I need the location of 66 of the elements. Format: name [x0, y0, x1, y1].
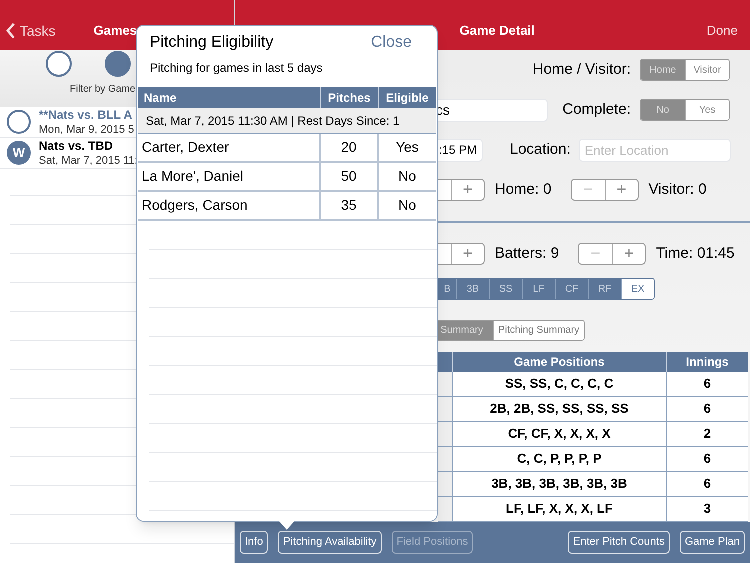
table-cell: 2B, 2B, SS, SS, SS, SS	[453, 397, 667, 421]
table-cell: Rodgers, Carson	[138, 192, 321, 219]
popover-title: Pitching Eligibility	[150, 33, 274, 53]
table-cell: LF, LF, X, X, X, LF	[453, 497, 667, 521]
back-chevron-icon	[6, 23, 16, 39]
table-cell: Carter, Dexter	[138, 134, 321, 161]
filter-toggle[interactable]	[105, 51, 131, 77]
back-button[interactable]: Tasks	[6, 20, 56, 42]
table-cell-text: No	[398, 196, 418, 215]
position-option[interactable]: EX	[621, 279, 654, 299]
field-label: Location:	[510, 140, 571, 160]
game-date: Mon, Mar 9, 2015 5	[39, 123, 134, 137]
toolbar-button[interactable]: Game Plan	[680, 531, 745, 554]
segment-option[interactable]: Visitor	[685, 60, 729, 80]
table-cell-text: 6	[702, 400, 712, 418]
table-cell: 35	[321, 192, 379, 219]
game-title: **Nats vs. BLL A	[39, 107, 134, 123]
table-cell: CF, CF, X, X, X, X	[453, 422, 667, 446]
count-label: Batters: 9	[495, 244, 560, 264]
position-option[interactable]: SS	[489, 279, 522, 299]
segment-option[interactable]: Yes	[685, 100, 729, 120]
position-option[interactable]: CF	[555, 279, 588, 299]
table-cell-text: 6	[702, 450, 712, 468]
popover-subtitle: Pitching for games in last 5 days	[150, 60, 323, 77]
toolbar-button[interactable]: Pitching Availability	[278, 531, 382, 554]
section-header: Sat, Mar 7, 2015 11:30 AM | Rest Days Since: 1	[138, 108, 436, 134]
segment-option[interactable]: Home	[641, 60, 685, 80]
table-cell-text: 6	[702, 475, 712, 494]
toolbar-button[interactable]: Enter Pitch Counts	[568, 531, 670, 554]
game-title: Nats vs. TBD	[39, 138, 114, 154]
count-label: Home: 0	[495, 180, 552, 200]
count-label: Visitor: 0	[648, 180, 707, 200]
result-badge: W	[7, 141, 31, 165]
field-label: Complete:	[562, 100, 631, 120]
close-button[interactable]: Close	[371, 31, 412, 55]
toolbar-button[interactable]: Info	[240, 531, 268, 554]
table-cell: C, C, P, P, P, P	[453, 447, 667, 471]
position-option[interactable]: 3B	[456, 279, 489, 299]
position-option[interactable]: LF	[522, 279, 555, 299]
nav-title: Game Detail	[460, 22, 535, 40]
table-cell-text: 2	[702, 425, 712, 444]
table-cell: 50	[321, 163, 379, 190]
nav-title: Games	[94, 22, 138, 40]
field-label: Home / Visitor:	[532, 60, 631, 80]
summary-tab[interactable]: Pitching Summary	[493, 320, 584, 340]
column-header: Innings	[685, 354, 730, 371]
table-cell-text: No	[398, 167, 418, 186]
table-cell: La More', Daniel	[138, 163, 321, 190]
table-cell: 3B, 3B, 3B, 3B, 3B, 3B	[453, 472, 667, 496]
position-option[interactable]: RF	[588, 279, 621, 299]
table-cell: SS, SS, C, C, C, C	[453, 372, 667, 396]
segment-option[interactable]: No	[641, 100, 685, 120]
stepper-button[interactable]: +	[612, 244, 646, 264]
location-field[interactable]: Enter Location	[578, 138, 731, 162]
filter-label: Filter by Game	[70, 83, 136, 97]
position-option[interactable]: B	[439, 279, 456, 299]
filter-toggle[interactable]	[46, 51, 72, 77]
column-header: Game Positions	[453, 352, 667, 372]
stepper-button[interactable]: +	[604, 180, 638, 200]
table-cell-text: 6	[702, 375, 712, 394]
count-label: Time: 01:45	[656, 244, 735, 264]
table-cell-text: Yes	[395, 138, 420, 157]
column-header: Eligible	[385, 90, 430, 106]
table-cell: 20	[321, 134, 379, 161]
done-button[interactable]: Done	[706, 21, 738, 41]
table-cell-text: 3	[702, 500, 712, 518]
